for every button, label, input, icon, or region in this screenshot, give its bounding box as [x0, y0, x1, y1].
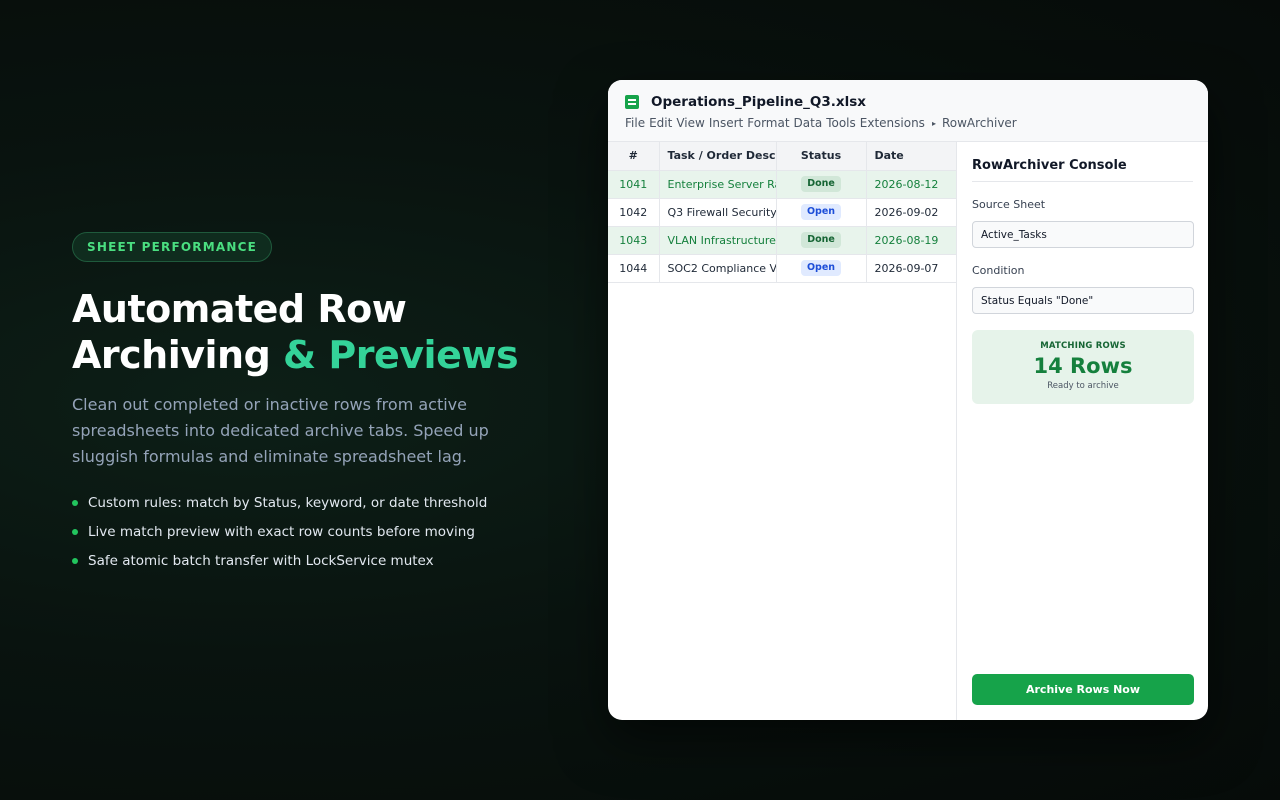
status-badge: Open: [800, 204, 842, 220]
cell-date[interactable]: 2026-08-19: [866, 226, 957, 255]
menu-rowarchiver[interactable]: RowArchiver: [942, 116, 1017, 130]
column-header-date[interactable]: Date: [866, 142, 957, 171]
column-header-status[interactable]: Status: [776, 142, 867, 171]
header-row: # Task / Order Description Status Date: [608, 142, 957, 171]
column-header-num[interactable]: #: [608, 142, 660, 171]
matching-rows-label: MATCHING ROWS: [1040, 341, 1126, 351]
section-badge: SHEET PERFORMANCE: [72, 232, 272, 262]
cell-date[interactable]: 2026-09-07: [866, 254, 957, 283]
cell-status[interactable]: Done: [776, 170, 867, 199]
cell-num[interactable]: 1042: [608, 198, 660, 227]
menu-extensions[interactable]: Extensions: [860, 116, 925, 130]
status-badge: Done: [801, 232, 841, 248]
table-row[interactable]: 1042 Q3 Firewall Security Audit Open 202…: [608, 198, 957, 227]
feature-text: Custom rules: match by Status, keyword, …: [88, 495, 488, 511]
feature-item: Safe atomic batch transfer with LockServ…: [72, 552, 572, 570]
menu-insert[interactable]: Insert: [709, 116, 743, 130]
matching-rows-card: MATCHING ROWS 14 Rows Ready to archive: [972, 330, 1194, 404]
cell-num[interactable]: 1044: [608, 254, 660, 283]
menu-data[interactable]: Data: [794, 116, 823, 130]
menu-file[interactable]: File: [625, 116, 645, 130]
status-badge: Done: [801, 176, 841, 192]
hero-title-line1: Automated Row: [72, 287, 407, 331]
source-sheet-label: Source Sheet: [972, 198, 1046, 211]
archive-rows-button[interactable]: Archive Rows Now: [972, 674, 1194, 705]
hero-description: Clean out completed or inactive rows fro…: [72, 395, 489, 466]
cell-date[interactable]: 2026-08-12: [866, 170, 957, 199]
file-name: Operations_Pipeline_Q3.xlsx: [651, 94, 867, 110]
window-header: Operations_Pipeline_Q3.xlsx File Edit Vi…: [608, 80, 1208, 142]
sheet-grid: # Task / Order Description Status Date 1…: [608, 142, 957, 720]
status-badge: Open: [800, 260, 842, 276]
source-sheet-input[interactable]: [972, 221, 1194, 248]
cell-status[interactable]: Open: [776, 254, 867, 283]
table-row[interactable]: 1044 SOC2 Compliance Verification Open 2…: [608, 254, 957, 283]
condition-input[interactable]: [972, 287, 1194, 314]
feature-text: Live match preview with exact row counts…: [88, 524, 475, 540]
bullet-dot-icon: [72, 558, 78, 564]
table-row[interactable]: 1041 Enterprise Server Rack Done 2026-08…: [608, 170, 957, 199]
data-table: # Task / Order Description Status Date 1…: [608, 142, 957, 283]
hero-title-accent: & Previews: [283, 333, 519, 377]
cell-task[interactable]: SOC2 Compliance Verification: [659, 254, 777, 283]
breadcrumb-arrow-icon: ▸: [931, 118, 936, 128]
console-title: RowArchiver Console: [972, 158, 1193, 182]
cell-num[interactable]: 1043: [608, 226, 660, 255]
cell-task[interactable]: VLAN Infrastructure Migration: [659, 226, 777, 255]
cell-date[interactable]: 2026-09-02: [866, 198, 957, 227]
rowarchiver-console: RowArchiver Console Source Sheet Conditi…: [956, 142, 1208, 720]
feature-text: Safe atomic batch transfer with LockServ…: [88, 553, 434, 569]
matching-rows-subtext: Ready to archive: [1047, 381, 1119, 391]
table-row[interactable]: 1043 VLAN Infrastructure Migration Done …: [608, 226, 957, 255]
cell-task[interactable]: Q3 Firewall Security Audit: [659, 198, 777, 227]
hero-title: Automated Row Archiving & Previews: [72, 286, 572, 378]
menu-format[interactable]: Format: [747, 116, 789, 130]
cell-status[interactable]: Open: [776, 198, 867, 227]
menu-bar: File Edit View Insert Format Data Tools …: [625, 116, 1191, 130]
feature-list: Custom rules: match by Status, keyword, …: [72, 494, 572, 570]
condition-label: Condition: [972, 264, 1025, 277]
hero-title-line2: Archiving: [72, 333, 284, 377]
bullet-dot-icon: [72, 529, 78, 535]
cell-task[interactable]: Enterprise Server Rack: [659, 170, 777, 199]
bullet-dot-icon: [72, 500, 78, 506]
menu-edit[interactable]: Edit: [649, 116, 672, 130]
menu-tools[interactable]: Tools: [826, 116, 856, 130]
file-title-row: Operations_Pipeline_Q3.xlsx: [625, 93, 1191, 111]
cell-num[interactable]: 1041: [608, 170, 660, 199]
spreadsheet-window: Operations_Pipeline_Q3.xlsx File Edit Vi…: [608, 80, 1208, 720]
sheets-doc-icon: [625, 95, 639, 109]
hero-section: SHEET PERFORMANCE Automated Row Archivin…: [72, 232, 572, 581]
feature-item: Custom rules: match by Status, keyword, …: [72, 494, 572, 512]
cell-status[interactable]: Done: [776, 226, 867, 255]
menu-view[interactable]: View: [676, 116, 704, 130]
matching-rows-count: 14 Rows: [1033, 354, 1133, 378]
column-header-task[interactable]: Task / Order Description: [659, 142, 777, 171]
feature-item: Live match preview with exact row counts…: [72, 523, 572, 541]
